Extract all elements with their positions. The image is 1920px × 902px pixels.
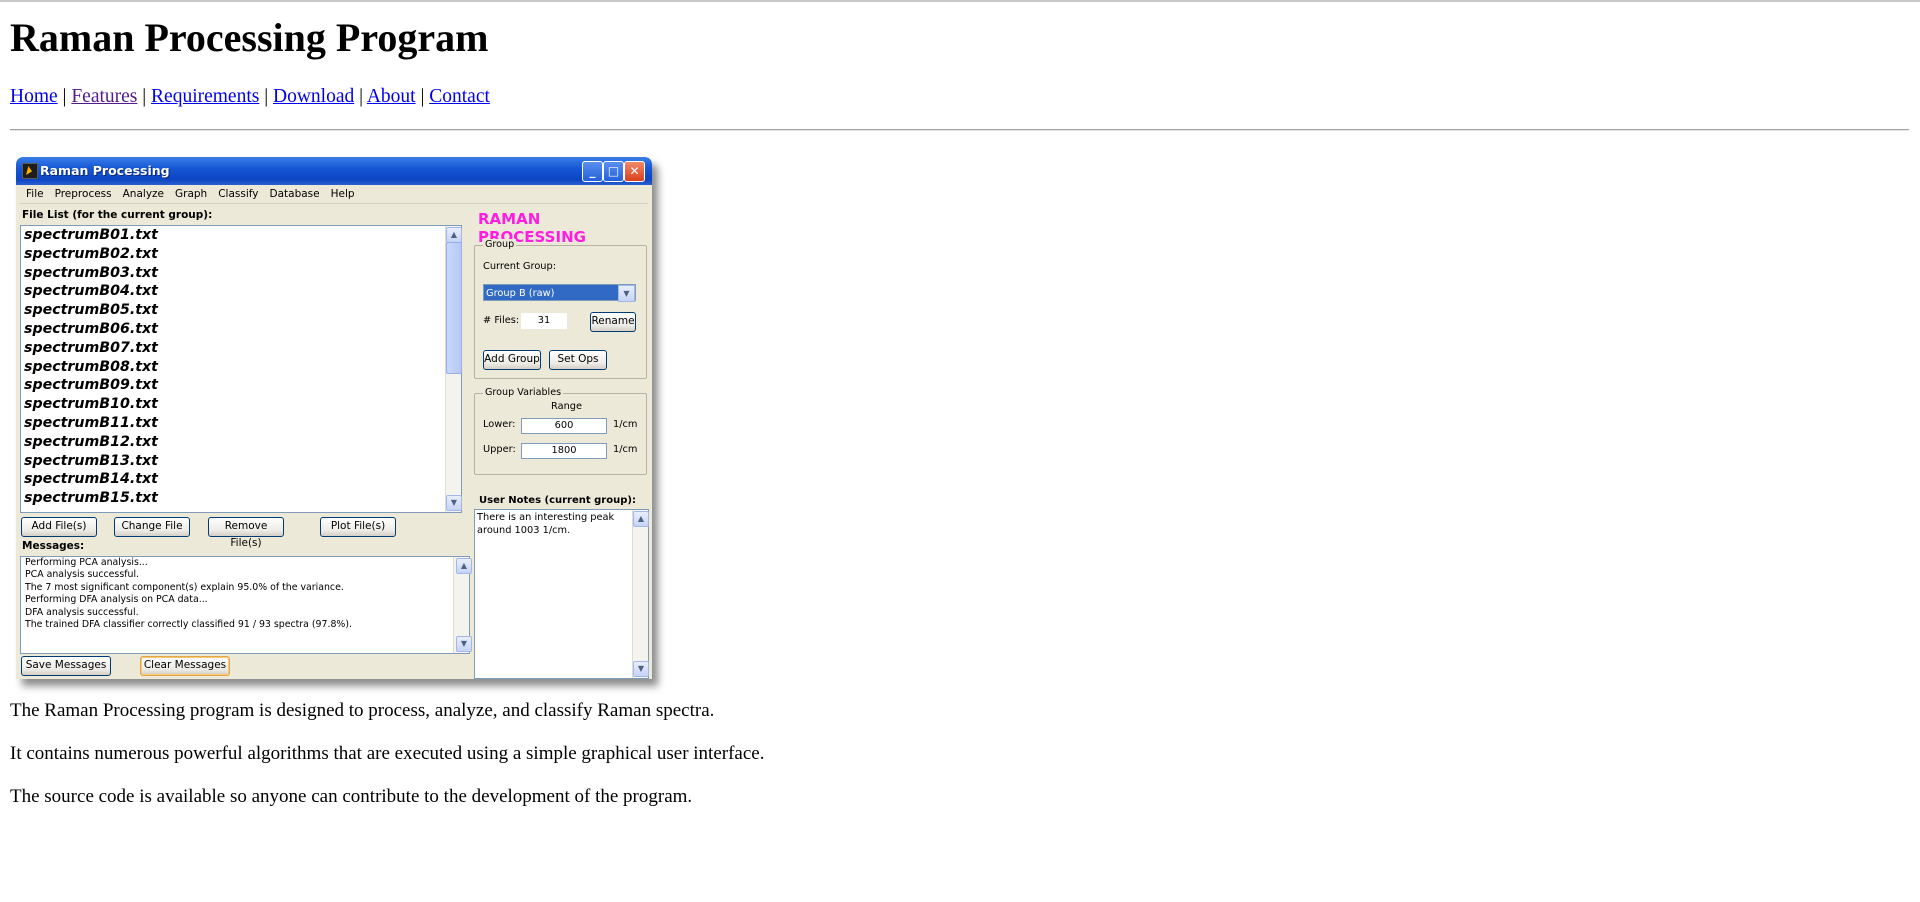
list-item[interactable]: spectrumB06.txt (24, 320, 461, 339)
page-title: Raman Processing Program (10, 15, 489, 60)
minimize-icon[interactable]: _ (582, 161, 603, 182)
message-line: Performing PCA analysis... (25, 557, 148, 568)
site-nav: Home | Features | Requirements | Downloa… (10, 86, 490, 107)
lower-label: Lower: (483, 419, 516, 430)
messages-scrollbar[interactable]: ▲ ▼ (453, 557, 472, 653)
list-item[interactable]: spectrumB09.txt (24, 376, 461, 395)
set-ops-button[interactable]: Set Ops (549, 350, 607, 370)
menu-classify[interactable]: Classify (218, 185, 258, 203)
rename-button[interactable]: Rename (590, 312, 636, 332)
scroll-up-icon[interactable]: ▲ (446, 227, 462, 243)
change-file-button[interactable]: Change File (114, 517, 190, 537)
list-item[interactable]: spectrumB10.txt (24, 395, 461, 414)
message-line: The trained DFA classifier correctly cla… (25, 619, 352, 631)
message-line: Performing DFA analysis on PCA data... (25, 594, 208, 606)
intro-paragraph-3: The source code is available so anyone c… (10, 786, 693, 807)
upper-input[interactable]: 1800 (521, 443, 607, 459)
scroll-down-icon[interactable]: ▼ (456, 636, 472, 652)
user-notes-field[interactable]: There is an interesting peak around 1003… (474, 509, 649, 679)
menu-preprocess[interactable]: Preprocess (55, 185, 112, 203)
intro-paragraph-2: It contains numerous powerful algorithms… (10, 743, 765, 764)
lower-input[interactable]: 600 (521, 418, 607, 434)
nav-download[interactable]: Download (273, 86, 354, 107)
add-group-button[interactable]: Add Group (483, 350, 541, 370)
file-list-scrollbar[interactable]: ▲ ▼ (445, 226, 462, 512)
add-files-button[interactable]: Add File(s) (21, 517, 97, 537)
list-item[interactable]: spectrumB01.txt (24, 226, 461, 245)
files-count-value: 31 (521, 313, 567, 329)
user-notes-text: There is an interesting peak around 1003… (477, 512, 615, 536)
list-item[interactable]: spectrumB02.txt (24, 245, 461, 264)
range-label: Range (551, 401, 583, 412)
remove-files-button[interactable]: Remove File(s) (208, 517, 284, 549)
save-messages-button[interactable]: Save Messages (21, 656, 111, 676)
current-group-value: Group B (raw) (486, 288, 555, 299)
list-item[interactable]: spectrumB14.txt (24, 470, 461, 489)
files-count-label: # Files: (483, 315, 520, 326)
nav-contact[interactable]: Contact (429, 86, 490, 107)
list-item[interactable]: spectrumB03.txt (24, 264, 461, 283)
group-panel: Group Current Group: Group B (raw) ▼ # F… (474, 239, 647, 379)
list-item[interactable]: spectrumB11.txt (24, 414, 461, 433)
menu-bar: File Preprocess Analyze Graph Classify Databa… (20, 185, 648, 204)
message-line: The 7 most significant component(s) expl… (25, 581, 344, 593)
current-group-select[interactable]: Group B (raw) ▼ (483, 284, 636, 302)
file-list[interactable]: spectrumB01.txt spectrumB02.txt spectrumB0… (20, 225, 462, 513)
list-item[interactable]: spectrumB04.txt (24, 282, 461, 301)
message-line: PCA analysis successful. (25, 569, 140, 581)
list-item[interactable]: spectrumB07.txt (24, 339, 461, 358)
user-notes-label: User Notes (current group): (479, 495, 636, 506)
list-item[interactable]: spectrumB13.txt (24, 452, 461, 471)
chevron-down-icon[interactable]: ▼ (618, 285, 635, 302)
app-screenshot: Raman Processing _ □ ✕ File Preprocess Ana… (16, 157, 652, 679)
group-variables-legend: Group Variables (483, 387, 564, 398)
section-divider (10, 129, 1909, 131)
close-icon[interactable]: ✕ (624, 161, 645, 182)
scroll-up-icon[interactable]: ▲ (633, 511, 649, 527)
scroll-down-icon[interactable]: ▼ (446, 495, 462, 511)
window-title: Raman Processing (40, 163, 170, 178)
plot-files-button[interactable]: Plot File(s) (320, 517, 396, 537)
group-legend: Group (483, 239, 517, 250)
list-item[interactable]: spectrumB12.txt (24, 433, 461, 452)
nav-about[interactable]: About (367, 86, 416, 107)
matlab-logo-icon (22, 163, 38, 179)
list-item[interactable]: spectrumB08.txt (24, 358, 461, 377)
upper-unit: 1/cm (613, 444, 638, 455)
nav-features[interactable]: Features (71, 86, 137, 107)
scroll-thumb[interactable] (446, 242, 462, 374)
menu-database[interactable]: Database (270, 185, 320, 203)
scroll-up-icon[interactable]: ▲ (456, 558, 472, 574)
maximize-icon[interactable]: □ (603, 161, 624, 182)
messages-box[interactable]: Performing PCA analysis... PCA analysis s… (20, 556, 472, 654)
notes-scrollbar[interactable]: ▲ ▼ (632, 510, 649, 678)
upper-label: Upper: (483, 444, 516, 455)
messages-label: Messages: (22, 540, 85, 552)
intro-paragraph-1: The Raman Processing program is designed… (10, 700, 715, 721)
menu-file[interactable]: File (26, 185, 44, 203)
list-item[interactable]: spectrumB15.txt (24, 489, 461, 508)
file-list-label: File List (for the current group): (22, 209, 213, 221)
nav-home[interactable]: Home (10, 86, 58, 107)
clear-messages-button[interactable]: Clear Messages (140, 656, 230, 676)
nav-requirements[interactable]: Requirements (151, 86, 259, 107)
menu-analyze[interactable]: Analyze (123, 185, 164, 203)
message-line: DFA analysis successful. (25, 606, 139, 618)
list-item[interactable]: spectrumB05.txt (24, 301, 461, 320)
lower-unit: 1/cm (613, 419, 638, 430)
menu-help[interactable]: Help (331, 185, 355, 203)
window-titlebar: Raman Processing _ □ ✕ (16, 157, 652, 185)
current-group-label: Current Group: (483, 261, 557, 272)
scroll-down-icon[interactable]: ▼ (633, 661, 649, 677)
group-variables-panel: Group Variables Range Lower: 600 1/cm Up… (474, 387, 647, 475)
menu-graph[interactable]: Graph (175, 185, 207, 203)
top-rule (0, 0, 1920, 2)
